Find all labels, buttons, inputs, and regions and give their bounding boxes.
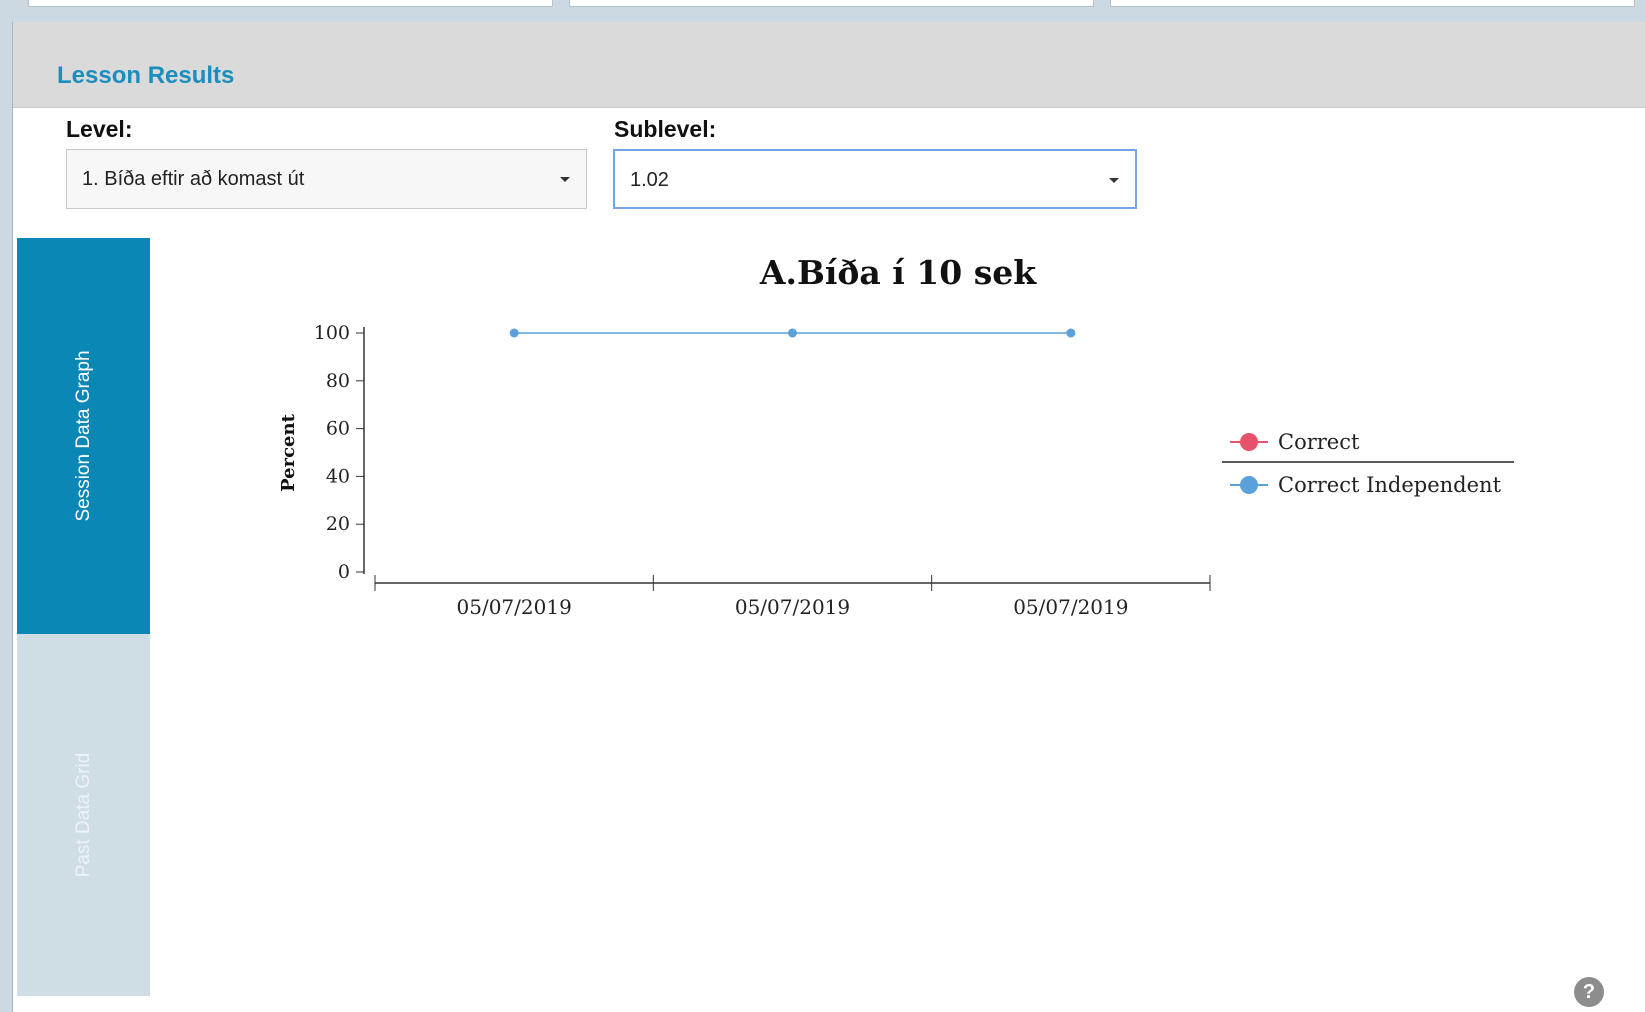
y-tick-label: 0 bbox=[338, 561, 350, 583]
chart-axes: 0 20 40 60 80 100 05/07/2019 05/07/2019 05/07/20… bbox=[314, 322, 1211, 619]
session-chart: A.Bíða í 10 sek Percent 0 20 40 60 80 100 05/0… bbox=[278, 253, 1514, 619]
y-tick-label: 80 bbox=[326, 370, 350, 392]
legend-marker bbox=[1240, 476, 1258, 494]
y-axis-label: Percent bbox=[278, 413, 299, 491]
x-tick-label: 05/07/2019 bbox=[1013, 595, 1128, 619]
legend-label: Correct bbox=[1278, 430, 1360, 454]
legend-label: Correct Independent bbox=[1278, 473, 1502, 497]
chart-series bbox=[509, 328, 1076, 338]
y-tick-label: 100 bbox=[314, 322, 350, 344]
y-tick-label: 60 bbox=[326, 418, 350, 440]
x-tick-label: 05/07/2019 bbox=[735, 595, 850, 619]
y-tick-label: 20 bbox=[326, 513, 350, 535]
help-icon[interactable]: ? bbox=[1574, 977, 1604, 1007]
x-tick-label: 05/07/2019 bbox=[457, 595, 572, 619]
legend-marker bbox=[1240, 433, 1258, 451]
data-point bbox=[1066, 328, 1076, 338]
chart-legend: Correct Correct Independent bbox=[1222, 430, 1514, 497]
data-point bbox=[509, 328, 519, 338]
chart-title: A.Bíða í 10 sek bbox=[759, 253, 1037, 292]
data-point bbox=[788, 328, 797, 338]
y-tick-label: 40 bbox=[326, 465, 350, 487]
